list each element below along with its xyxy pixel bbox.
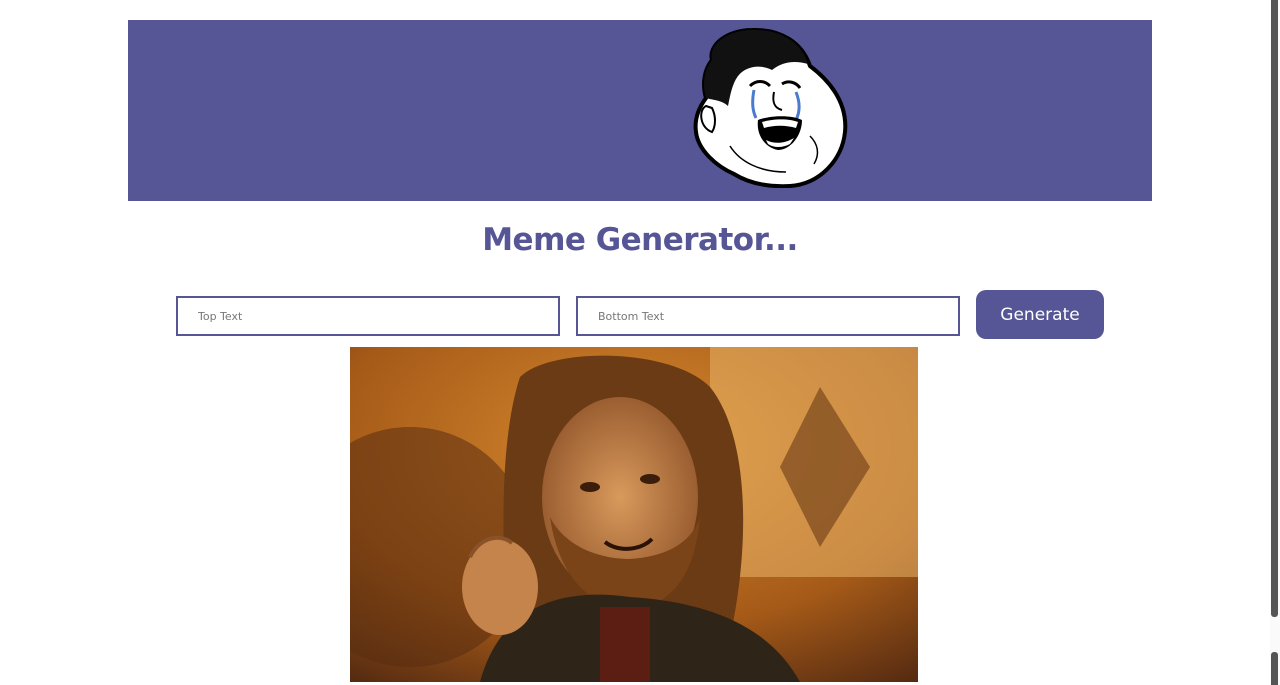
scrollbar-thumb-lower[interactable] (1271, 652, 1278, 685)
page-title: Meme Generator... (482, 222, 798, 258)
scrollbar-thumb[interactable] (1271, 0, 1278, 617)
generate-button[interactable]: Generate (976, 290, 1104, 339)
header-banner (128, 20, 1152, 201)
bottom-text-input[interactable] (576, 296, 960, 336)
meme-face-logo-icon (693, 27, 848, 188)
top-text-input[interactable] (176, 296, 560, 336)
meme-image (350, 347, 918, 682)
one-does-not-simply-image-icon (350, 347, 918, 682)
